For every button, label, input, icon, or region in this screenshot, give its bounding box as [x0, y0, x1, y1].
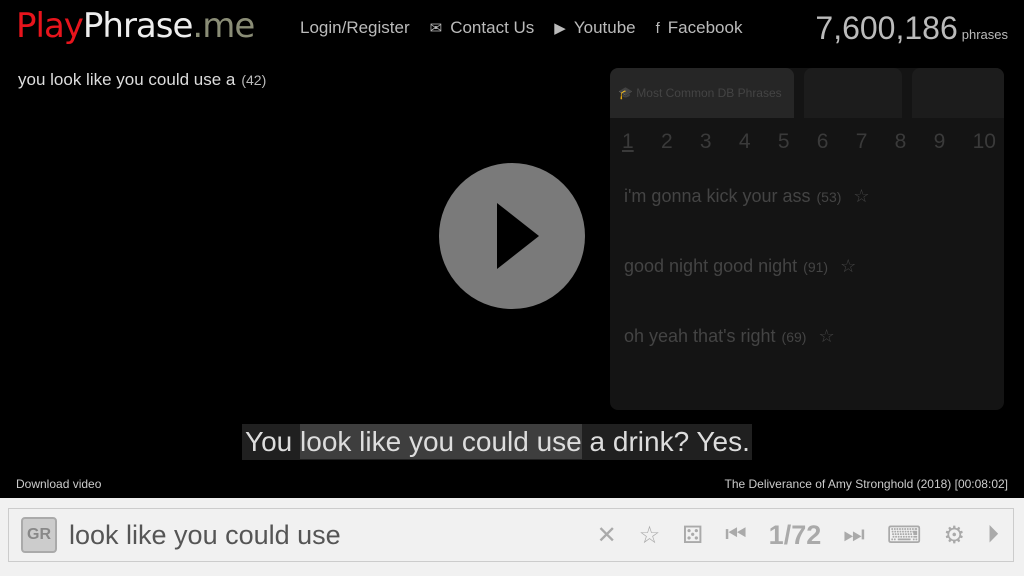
page-1[interactable]: 1 — [622, 130, 634, 154]
youtube-icon: ▶ — [554, 20, 566, 37]
current-phrase: you look like you could use a (42) — [18, 70, 267, 89]
star-icon[interactable]: ☆ — [840, 256, 856, 276]
tab-3[interactable] — [912, 68, 1004, 118]
phrases-panel: 🎓 Most Common DB Phrases 1 2 3 4 5 6 7 8 9 10 i'm… — [610, 68, 1004, 410]
page-7[interactable]: 7 — [856, 130, 868, 154]
phrase-count: 7,600,186 phrases — [815, 10, 1008, 46]
page-3[interactable]: 3 — [700, 130, 712, 154]
page-2[interactable]: 2 — [661, 130, 673, 154]
subtitle: You look like you could use a drink? Yes… — [242, 424, 752, 460]
search-input[interactable] — [69, 519, 549, 551]
download-video-link[interactable]: Download video — [16, 477, 101, 491]
previous-icon[interactable]: ⏮ — [725, 521, 747, 549]
list-item[interactable]: oh yeah that's right (69) ☆ — [624, 326, 1004, 358]
page-9[interactable]: 9 — [934, 130, 946, 154]
contact-us-link[interactable]: ✉ Contact Us — [430, 18, 535, 38]
list-item[interactable]: i'm gonna kick your ass (53) ☆ — [624, 186, 1004, 218]
facebook-link[interactable]: f Facebook — [656, 18, 743, 38]
star-icon[interactable]: ☆ — [818, 326, 834, 346]
page-8[interactable]: 8 — [895, 130, 907, 154]
star-icon[interactable]: ☆ — [639, 521, 661, 550]
clear-icon[interactable]: ✕ — [597, 521, 617, 550]
pagination: 1 2 3 4 5 6 7 8 9 10 — [610, 118, 1004, 154]
star-icon[interactable]: ☆ — [853, 186, 869, 206]
result-counter: 1/72 — [768, 519, 822, 550]
page-6[interactable]: 6 — [817, 130, 829, 154]
gear-icon[interactable]: ⚙ — [943, 521, 965, 550]
tab-most-common[interactable]: 🎓 Most Common DB Phrases — [610, 68, 794, 118]
top-nav: Login/Register ✉ Contact Us ▶ Youtube f Fac… — [300, 18, 742, 38]
language-button[interactable]: GR — [21, 517, 57, 553]
envelope-icon: ✉ — [429, 20, 443, 37]
random-dice-icon[interactable]: ⚄ — [682, 521, 703, 550]
tab-2[interactable] — [804, 68, 902, 118]
login-register-link[interactable]: Login/Register — [300, 18, 410, 38]
youtube-link[interactable]: ▶ Youtube — [554, 18, 635, 38]
list-item[interactable]: good night good night (91) ☆ — [624, 256, 1004, 288]
logo[interactable]: PlayPhrase.me — [16, 6, 255, 46]
video-source: The Deliverance of Amy Stronghold (2018)… — [724, 477, 1009, 491]
page-5[interactable]: 5 — [778, 130, 790, 154]
page-4[interactable]: 4 — [739, 130, 751, 154]
play-button[interactable] — [439, 163, 585, 309]
play-circle-icon[interactable]: ⏵ — [987, 521, 999, 549]
facebook-icon: f — [655, 20, 660, 37]
keyboard-icon[interactable]: ⌨ — [887, 521, 922, 550]
search-bar: GR ✕ ☆ ⚄ ⏮ 1/72 ⏭ ⌨ ⚙ ⏵ — [0, 498, 1024, 576]
next-icon[interactable]: ⏭ — [843, 521, 865, 549]
page-10[interactable]: 10 — [973, 130, 996, 154]
